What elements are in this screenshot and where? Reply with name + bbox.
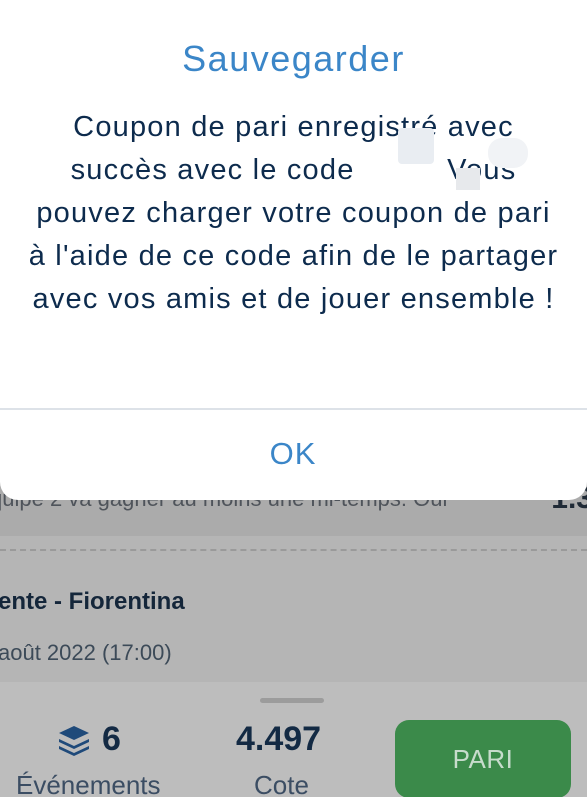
bet-button[interactable]: PARI [395,720,571,797]
dashed-divider [0,549,587,551]
screen: quipe 2 va gagner au moins une mi-temps:… [0,0,587,797]
ok-button[interactable]: OK [193,418,393,490]
drag-handle[interactable] [260,698,324,703]
match-date: août 2022 (17:00) [0,640,172,665]
total-odds: 4.497 [236,720,322,758]
dialog-title: Sauvegarder [182,38,405,79]
redacted-code-mark [488,138,528,168]
events-count: 6 [56,720,121,759]
events-value: 6 [102,720,121,758]
betslip-bar: 6 Événements 4.497 Cote PARI [0,682,587,797]
odds-label: Cote [254,770,309,797]
match-name: ente - Fiorentina [0,588,185,615]
save-dialog: Sauvegarder Coupon de pari enregistré av… [0,0,587,500]
dialog-message: Coupon de pari enregistré avec succès av… [28,111,559,315]
layers-icon [59,725,89,756]
events-label: Événements [16,770,161,797]
dialog-divider [0,408,587,410]
redacted-code-mark [398,128,434,164]
redacted-code-mark [456,168,480,190]
